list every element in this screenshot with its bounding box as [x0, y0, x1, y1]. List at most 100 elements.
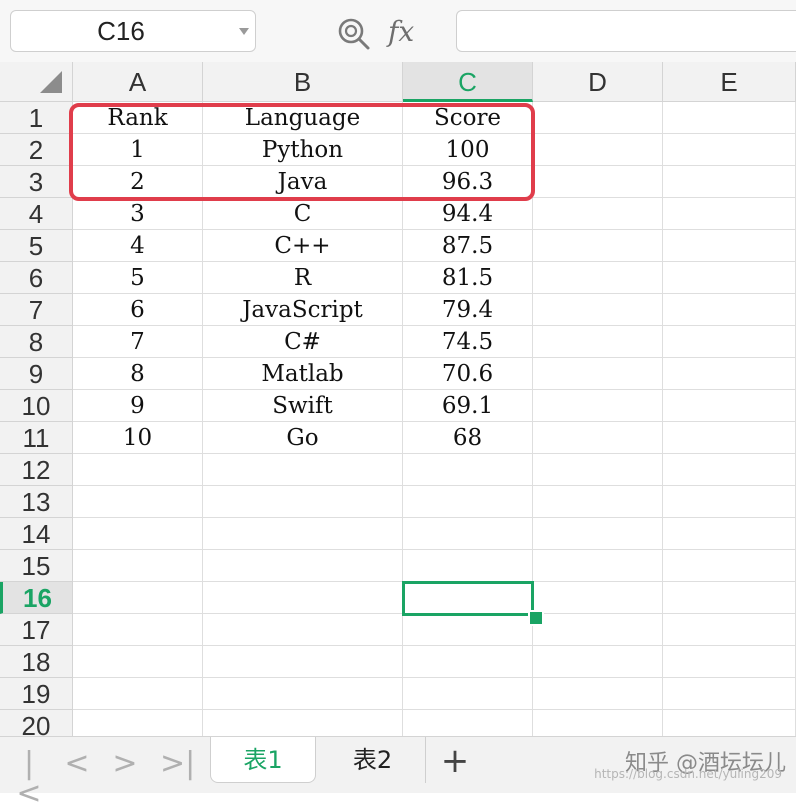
cell-e14[interactable] — [663, 518, 796, 550]
cell-b7[interactable]: JavaScript — [203, 294, 403, 326]
cell-d3[interactable] — [533, 166, 663, 198]
cell-d1[interactable] — [533, 102, 663, 134]
cell-c7[interactable]: 79.4 — [403, 294, 533, 326]
cell-b5[interactable]: C++ — [203, 230, 403, 262]
cell-d10[interactable] — [533, 390, 663, 422]
cell-a2[interactable]: 1 — [73, 134, 203, 166]
select-all-corner[interactable] — [0, 62, 73, 102]
cell-a5[interactable]: 4 — [73, 230, 203, 262]
row-header-16[interactable]: 16 — [0, 582, 73, 614]
cell-a10[interactable]: 9 — [73, 390, 203, 422]
cell-e19[interactable] — [663, 678, 796, 710]
cell-c13[interactable] — [403, 486, 533, 518]
chevron-down-icon[interactable] — [239, 28, 249, 35]
cell-c9[interactable]: 70.6 — [403, 358, 533, 390]
cell-c20[interactable] — [403, 710, 533, 736]
cell-a17[interactable] — [73, 614, 203, 646]
cell-e3[interactable] — [663, 166, 796, 198]
cell-a20[interactable] — [73, 710, 203, 736]
row-header-14[interactable]: 14 — [0, 518, 73, 550]
cell-b1[interactable]: Language — [203, 102, 403, 134]
cell-e4[interactable] — [663, 198, 796, 230]
cell-a11[interactable]: 10 — [73, 422, 203, 454]
cell-d14[interactable] — [533, 518, 663, 550]
row-header-10[interactable]: 10 — [0, 390, 73, 422]
cell-e18[interactable] — [663, 646, 796, 678]
cell-a7[interactable]: 6 — [73, 294, 203, 326]
cell-d19[interactable] — [533, 678, 663, 710]
column-header-a[interactable]: A — [73, 62, 203, 102]
cell-b17[interactable] — [203, 614, 403, 646]
cell-b18[interactable] — [203, 646, 403, 678]
cell-b11[interactable]: Go — [203, 422, 403, 454]
fill-handle[interactable] — [528, 610, 544, 626]
cell-d16[interactable] — [533, 582, 663, 614]
cell-c5[interactable]: 87.5 — [403, 230, 533, 262]
cell-c12[interactable] — [403, 454, 533, 486]
prev-sheet-button[interactable]: < — [62, 749, 92, 781]
row-header-3[interactable]: 3 — [0, 166, 73, 198]
fx-icon[interactable]: fx — [388, 14, 428, 50]
cell-a4[interactable]: 3 — [73, 198, 203, 230]
add-sheet-button[interactable]: + — [440, 741, 470, 781]
cell-c4[interactable]: 94.4 — [403, 198, 533, 230]
row-header-12[interactable]: 12 — [0, 454, 73, 486]
cell-a3[interactable]: 2 — [73, 166, 203, 198]
cell-b16[interactable] — [203, 582, 403, 614]
cell-c15[interactable] — [403, 550, 533, 582]
cell-e12[interactable] — [663, 454, 796, 486]
cell-c6[interactable]: 81.5 — [403, 262, 533, 294]
cell-b14[interactable] — [203, 518, 403, 550]
cell-b20[interactable] — [203, 710, 403, 736]
cell-c18[interactable] — [403, 646, 533, 678]
row-header-19[interactable]: 19 — [0, 678, 73, 710]
column-header-d[interactable]: D — [533, 62, 663, 102]
cell-b3[interactable]: Java — [203, 166, 403, 198]
row-header-17[interactable]: 17 — [0, 614, 73, 646]
cell-e20[interactable] — [663, 710, 796, 736]
cell-e1[interactable] — [663, 102, 796, 134]
column-header-e[interactable]: E — [663, 62, 796, 102]
cell-b19[interactable] — [203, 678, 403, 710]
cell-e15[interactable] — [663, 550, 796, 582]
column-header-c[interactable]: C — [403, 62, 533, 102]
cell-a16[interactable] — [73, 582, 203, 614]
cell-d20[interactable] — [533, 710, 663, 736]
row-header-11[interactable]: 11 — [0, 422, 73, 454]
cell-c2[interactable]: 100 — [403, 134, 533, 166]
cell-e8[interactable] — [663, 326, 796, 358]
row-header-15[interactable]: 15 — [0, 550, 73, 582]
first-sheet-button[interactable]: |< — [14, 749, 44, 809]
cell-a14[interactable] — [73, 518, 203, 550]
row-header-8[interactable]: 8 — [0, 326, 73, 358]
cell-d4[interactable] — [533, 198, 663, 230]
cell-e5[interactable] — [663, 230, 796, 262]
name-box[interactable]: C16 — [10, 10, 256, 52]
cell-d2[interactable] — [533, 134, 663, 166]
cell-c10[interactable]: 69.1 — [403, 390, 533, 422]
row-header-9[interactable]: 9 — [0, 358, 73, 390]
zoom-icon[interactable] — [336, 17, 372, 51]
cell-d9[interactable] — [533, 358, 663, 390]
cell-d7[interactable] — [533, 294, 663, 326]
cell-c11[interactable]: 68 — [403, 422, 533, 454]
cell-e16[interactable] — [663, 582, 796, 614]
sheet-tab-2[interactable]: 表2 — [320, 737, 426, 783]
cell-a1[interactable]: Rank — [73, 102, 203, 134]
cell-d11[interactable] — [533, 422, 663, 454]
cell-b12[interactable] — [203, 454, 403, 486]
row-header-1[interactable]: 1 — [0, 102, 73, 134]
cell-a9[interactable]: 8 — [73, 358, 203, 390]
cell-b10[interactable]: Swift — [203, 390, 403, 422]
cell-e6[interactable] — [663, 262, 796, 294]
cell-a19[interactable] — [73, 678, 203, 710]
cell-b13[interactable] — [203, 486, 403, 518]
column-header-b[interactable]: B — [203, 62, 403, 102]
cell-c8[interactable]: 74.5 — [403, 326, 533, 358]
row-header-4[interactable]: 4 — [0, 198, 73, 230]
last-sheet-button[interactable]: >| — [160, 749, 195, 781]
cell-d17[interactable] — [533, 614, 663, 646]
row-header-6[interactable]: 6 — [0, 262, 73, 294]
cell-a18[interactable] — [73, 646, 203, 678]
row-header-13[interactable]: 13 — [0, 486, 73, 518]
